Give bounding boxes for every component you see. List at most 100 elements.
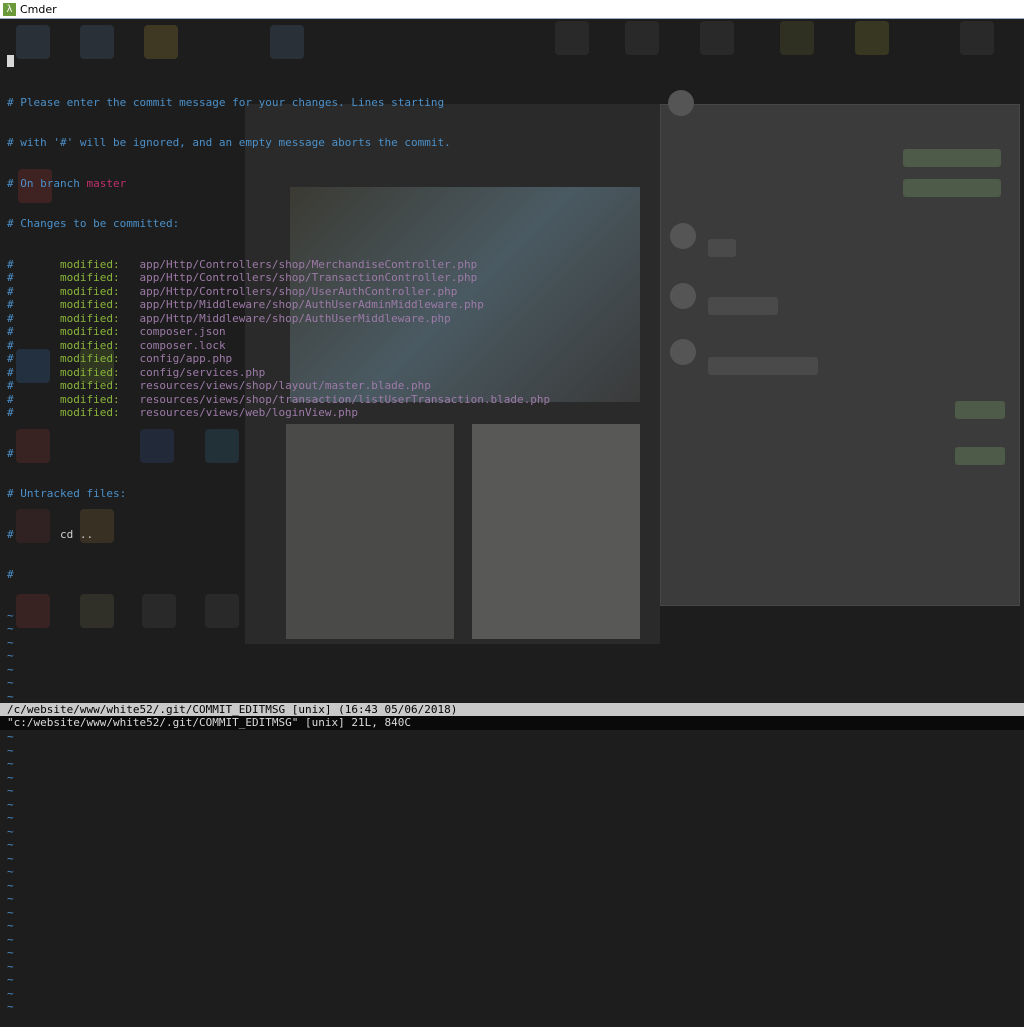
- untracked-file-line: # cd ..: [7, 528, 550, 542]
- vim-editor-buffer[interactable]: # Please enter the commit message for yo…: [7, 28, 550, 1027]
- modified-label: modified:: [59, 338, 120, 352]
- empty-line-tilde: ~: [7, 986, 14, 1000]
- modified-file-path: app/Http/Controllers/shop/TransactionCon…: [139, 271, 478, 284]
- empty-line-tilde: ~: [7, 905, 14, 919]
- background-chat-bubble: [903, 179, 1001, 197]
- modified-file-line: # modified: app/Http/Controllers/shop/Me…: [7, 258, 550, 272]
- desktop-icon: [555, 21, 589, 55]
- modified-file-line: # modified: resources/views/shop/transac…: [7, 393, 550, 407]
- vim-status-bar: /c/website/www/white52/.git/COMMIT_EDITM…: [0, 703, 1024, 716]
- comment-line: # Please enter the commit message for yo…: [7, 95, 445, 109]
- modified-file-line: # modified: composer.lock: [7, 339, 550, 353]
- modified-file-path: composer.lock: [139, 338, 226, 352]
- cursor-line[interactable]: [7, 55, 550, 69]
- desktop-icon: [855, 21, 889, 55]
- comment-hash: #: [7, 406, 14, 419]
- branch-line: # On branch master: [7, 177, 550, 191]
- modified-label: modified:: [59, 406, 120, 419]
- modified-file-line: # modified: app/Http/Middleware/shop/Aut…: [7, 312, 550, 326]
- empty-line-tilde: ~: [7, 824, 14, 838]
- empty-line-tilde: ~: [7, 811, 14, 824]
- comment-line: # with '#' will be ignored, and an empty…: [7, 136, 451, 149]
- comment-line: #: [7, 446, 14, 460]
- modified-label: modified:: [59, 392, 120, 406]
- comment-hash: #: [7, 271, 14, 284]
- background-chat-bubble: [708, 357, 818, 375]
- desktop-icon: [625, 21, 659, 55]
- comment-hash: #: [7, 379, 14, 392]
- window-title: Cmder: [20, 2, 57, 16]
- modified-file-line: # modified: app/Http/Controllers/shop/Us…: [7, 285, 550, 299]
- background-avatar: [670, 283, 696, 309]
- empty-line-tilde: ~: [7, 946, 14, 959]
- empty-line-tilde: ~: [7, 622, 14, 635]
- modified-files-list: # modified: app/Http/Controllers/shop/Me…: [7, 258, 550, 420]
- modified-label: modified:: [59, 379, 120, 392]
- modified-file-line: # modified: app/Http/Controllers/shop/Tr…: [7, 271, 550, 285]
- comment-hash: #: [7, 527, 14, 541]
- modified-file-path: app/Http/Middleware/shop/AuthUserMiddlew…: [139, 311, 451, 325]
- empty-line-tilde: ~: [7, 932, 14, 946]
- modified-file-path: app/Http/Middleware/shop/AuthUserAdminMi…: [139, 298, 484, 311]
- modified-label: modified:: [59, 298, 120, 311]
- modified-label: modified:: [59, 284, 120, 298]
- background-chat-bubble: [955, 401, 1005, 419]
- comment-hash: #: [7, 352, 14, 365]
- empty-line-tilde: ~: [7, 689, 14, 703]
- background-chat-bubble: [708, 297, 778, 315]
- text-cursor: [7, 55, 14, 67]
- empty-line-tilde: ~: [7, 892, 14, 905]
- modified-file-line: # modified: resources/views/web/loginVie…: [7, 406, 550, 420]
- background-chat-bubble: [903, 149, 1001, 167]
- comment-hash: #: [7, 284, 14, 298]
- modified-label: modified:: [59, 365, 120, 379]
- window-title-bar[interactable]: λ Cmder: [0, 0, 1024, 19]
- modified-label: modified:: [59, 271, 120, 284]
- empty-line-tilde: ~: [7, 1000, 14, 1013]
- background-avatar: [670, 223, 696, 249]
- empty-line-tilde: ~: [7, 649, 14, 662]
- modified-file-path: resources/views/web/loginView.php: [139, 406, 359, 419]
- comment-hash: #: [7, 365, 14, 379]
- empty-line-tilde: ~: [7, 757, 14, 770]
- empty-line-tilde: ~: [7, 878, 14, 892]
- modified-file-line: # modified: config/services.php: [7, 366, 550, 380]
- modified-file-path: config/services.php: [139, 365, 266, 379]
- modified-file-line: # modified: config/app.php: [7, 352, 550, 366]
- empty-line-tilde: ~: [7, 770, 14, 784]
- modified-file-path: resources/views/shop/layout/master.blade…: [139, 379, 431, 392]
- untracked-file-path: cd ..: [59, 527, 94, 541]
- desktop-icon: [960, 21, 994, 55]
- modified-file-path: config/app.php: [139, 352, 233, 365]
- branch-prefix: # On branch: [7, 176, 87, 190]
- untracked-header: # Untracked files:: [7, 487, 127, 500]
- comment-line: #: [7, 568, 14, 581]
- empty-line-tilde: ~: [7, 635, 14, 649]
- modified-label: modified:: [59, 352, 120, 365]
- empty-line-tilde: ~: [7, 973, 14, 986]
- empty-line-tilde: ~: [7, 838, 14, 851]
- comment-hash: #: [7, 392, 14, 406]
- background-avatar: [668, 90, 694, 116]
- empty-line-tilde: ~: [7, 865, 14, 878]
- desktop-icon: [700, 21, 734, 55]
- comment-hash: #: [7, 325, 14, 338]
- empty-line-tilde: ~: [7, 608, 14, 622]
